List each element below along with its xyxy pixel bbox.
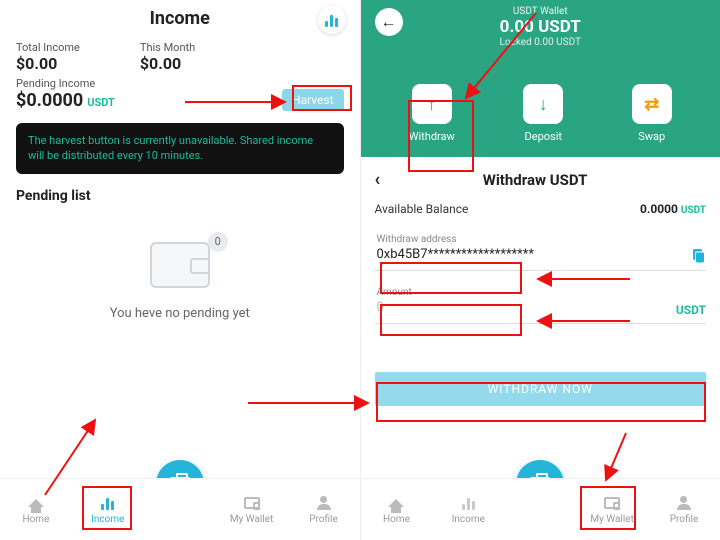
section-back-button[interactable]: ‹: [375, 169, 381, 190]
nav-profile-label: Profile: [670, 514, 699, 525]
bottom-nav: Home Income My Wallet Profile: [0, 478, 360, 540]
pending-income-unit: USDT: [87, 96, 115, 109]
pending-income-value: $0.0000: [16, 90, 83, 111]
nav-wallet[interactable]: My Wallet: [225, 494, 279, 525]
page-title: Income: [150, 8, 210, 29]
nav-profile-label: Profile: [309, 514, 338, 525]
harvest-button[interactable]: Harvest: [282, 89, 343, 111]
available-label: Available Balance: [375, 202, 469, 216]
withdraw-now-button[interactable]: WITHDRAW NOW: [375, 372, 707, 406]
wallet-locked: Locked 0.00 USDT: [499, 37, 581, 48]
withdraw-section-header: ‹ Withdraw USDT: [361, 157, 720, 198]
profile-icon: [315, 494, 333, 512]
empty-text: You heve no pending yet: [110, 306, 250, 321]
nav-income[interactable]: Income: [81, 494, 135, 525]
wallet-name: USDT Wallet: [499, 6, 581, 17]
amount-label: Amount: [377, 287, 681, 298]
swap-icon: ⇄: [632, 84, 672, 124]
swap-action-label: Swap: [638, 130, 665, 143]
amount-field[interactable]: Amount 0 USDT: [375, 283, 707, 324]
nav-income-label: Income: [452, 514, 485, 525]
arrow-left-icon: ←: [381, 12, 397, 32]
income-screen: Income Total Income $0.00 This Month $0.…: [0, 0, 361, 540]
this-month-label: This Month: [140, 41, 195, 54]
home-icon: [387, 494, 405, 512]
profile-icon: [675, 494, 693, 512]
bar-chart-icon: [99, 494, 117, 512]
nav-profile[interactable]: Profile: [657, 494, 711, 525]
nav-income-label: Income: [91, 514, 124, 525]
withdraw-screen: ← USDT Wallet 0.00 USDT Locked 0.00 USDT…: [361, 0, 720, 540]
pending-count-badge: 0: [208, 232, 228, 252]
this-month-value: $0.00: [140, 54, 195, 73]
deposit-action[interactable]: ↓ Deposit: [523, 84, 563, 143]
amount-unit: USDT: [676, 303, 706, 317]
address-value: 0xb45B7*******************: [377, 245, 681, 264]
nav-wallet-label: My Wallet: [590, 514, 634, 525]
nav-home[interactable]: Home: [9, 494, 63, 525]
pending-income-label: Pending Income: [16, 77, 115, 90]
bar-chart-icon: [459, 494, 477, 512]
nav-income[interactable]: Income: [441, 494, 495, 525]
nav-home-label: Home: [383, 514, 410, 525]
paste-icon[interactable]: [690, 248, 706, 264]
wallet-illustration-icon: [150, 242, 210, 288]
nav-wallet[interactable]: My Wallet: [585, 494, 639, 525]
total-income-value: $0.00: [16, 54, 80, 73]
withdraw-address-field[interactable]: Withdraw address 0xb45B7****************…: [375, 230, 707, 271]
back-button[interactable]: ←: [375, 8, 403, 36]
wallet-icon: [603, 494, 621, 512]
home-icon: [27, 494, 45, 512]
available-balance-row: Available Balance 0.0000USDT: [361, 198, 720, 226]
arrow-up-icon: ↑: [412, 84, 452, 124]
total-income-label: Total Income: [16, 41, 80, 54]
available-value: 0.0000: [640, 202, 678, 216]
wallet-icon: [243, 494, 261, 512]
arrow-down-icon: ↓: [523, 84, 563, 124]
amount-placeholder: 0: [377, 298, 681, 317]
bottom-nav: Home Income My Wallet Profile: [361, 478, 720, 540]
available-unit: USDT: [681, 205, 706, 216]
withdraw-action[interactable]: ↑ Withdraw: [409, 84, 455, 143]
pending-list-title: Pending list: [0, 184, 360, 212]
address-label: Withdraw address: [377, 234, 681, 245]
deposit-action-label: Deposit: [525, 130, 562, 143]
withdraw-action-label: Withdraw: [409, 130, 455, 143]
wallet-balance: 0.00 USDT: [499, 17, 581, 37]
bar-chart-icon: [325, 13, 338, 27]
section-title: Withdraw USDT: [420, 171, 650, 189]
nav-home-label: Home: [22, 514, 49, 525]
harvest-notice: The harvest button is currently unavaila…: [16, 123, 344, 174]
nav-wallet-label: My Wallet: [230, 514, 274, 525]
pending-income-row: Pending Income $0.0000 USDT Harvest: [0, 73, 360, 117]
swap-action[interactable]: ⇄ Swap: [632, 84, 672, 143]
nav-home[interactable]: Home: [369, 494, 423, 525]
stats-button[interactable]: [318, 6, 346, 34]
income-stats: Total Income $0.00 This Month $0.00: [0, 37, 360, 73]
nav-profile[interactable]: Profile: [297, 494, 351, 525]
wallet-header: ← USDT Wallet 0.00 USDT Locked 0.00 USDT…: [361, 0, 720, 157]
income-header: Income: [0, 0, 360, 37]
